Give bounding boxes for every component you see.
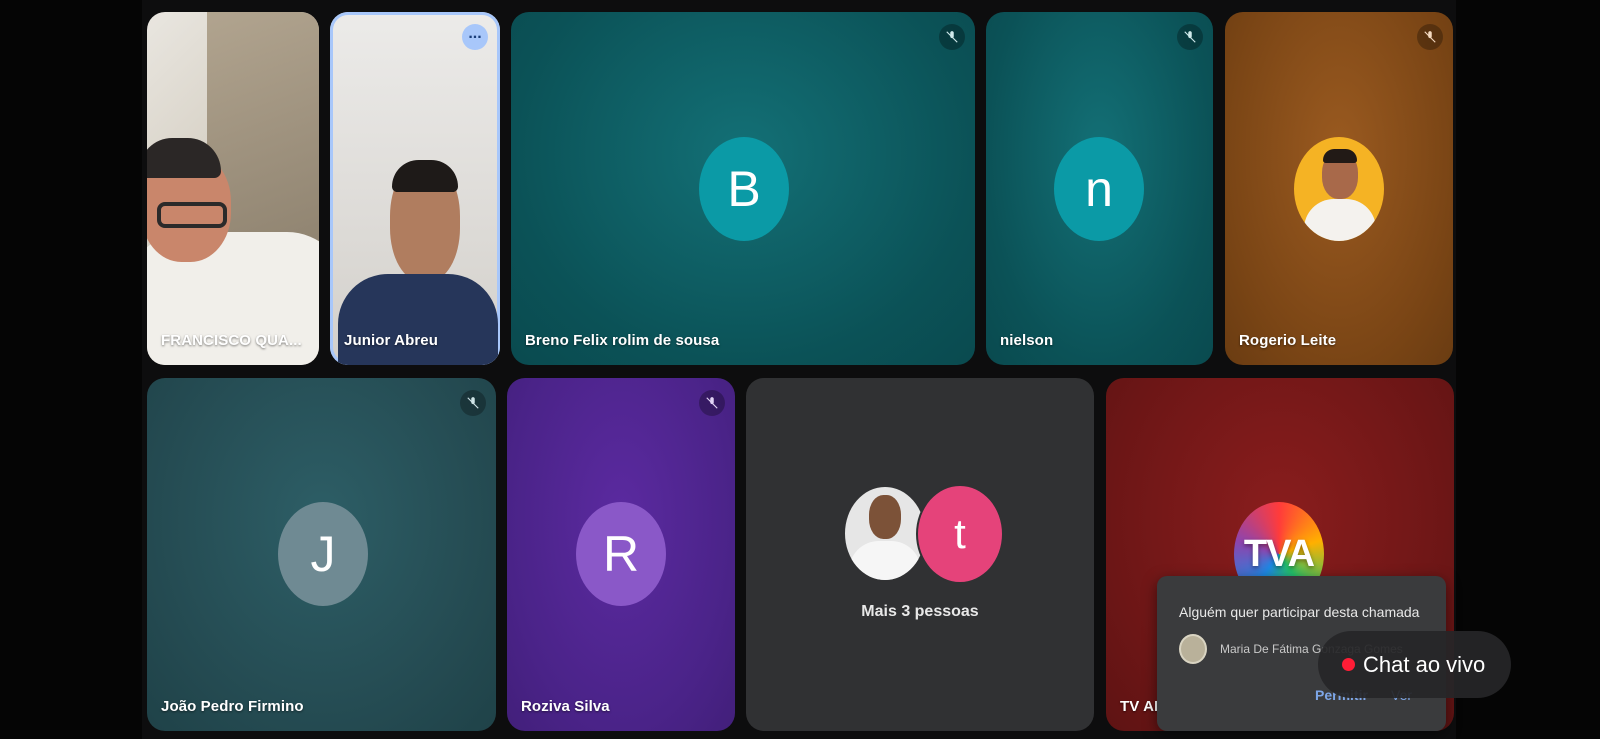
participant-tile-roziva[interactable]: R Roziva Silva <box>507 378 735 731</box>
participant-tile-breno[interactable]: B Breno Felix rolim de sousa <box>511 12 975 365</box>
participant-name: nielson <box>1000 332 1054 349</box>
participant-avatar: R <box>576 502 666 606</box>
mic-off-icon <box>939 24 965 50</box>
mic-off-icon <box>699 390 725 416</box>
participant-name: Roziva Silva <box>521 698 610 715</box>
mic-off-icon <box>1177 24 1203 50</box>
participant-name: Breno Felix rolim de sousa <box>525 332 720 349</box>
participant-avatar <box>1294 137 1384 241</box>
live-chat-button[interactable]: Chat ao vivo <box>1318 631 1511 698</box>
participant-name: João Pedro Firmino <box>161 698 304 715</box>
participant-tile-rogerio[interactable]: Rogerio Leite <box>1225 12 1453 365</box>
live-dot-icon <box>1342 658 1355 671</box>
participant-name: Junior Abreu <box>344 332 438 349</box>
participant-video <box>330 12 500 365</box>
mic-off-icon <box>460 390 486 416</box>
participant-avatar <box>843 485 927 582</box>
participant-video <box>147 12 319 365</box>
participant-tile-joao[interactable]: J João Pedro Firmino <box>147 378 496 731</box>
requester-avatar <box>1179 634 1207 664</box>
more-horiz-icon: ... <box>468 25 482 42</box>
more-options-button[interactable]: ... <box>462 24 488 50</box>
participant-tile-francisco[interactable]: FRANCISCO QUA... <box>147 12 319 365</box>
mic-off-icon <box>1417 24 1443 50</box>
live-chat-label: Chat ao vivo <box>1363 651 1486 677</box>
participant-avatar: t <box>916 484 1004 584</box>
participant-tile-nielson[interactable]: n nielson <box>986 12 1213 365</box>
participant-avatar: J <box>278 502 368 606</box>
participant-name: FRANCISCO QUA... <box>161 332 302 349</box>
participant-avatar: n <box>1054 137 1144 241</box>
participant-avatar: B <box>699 137 789 241</box>
more-participants-label: Mais 3 pessoas <box>861 603 979 620</box>
participant-name: Rogerio Leite <box>1239 332 1337 349</box>
more-participants-tile[interactable]: t Mais 3 pessoas <box>746 378 1094 731</box>
join-request-title: Alguém quer participar desta chamada <box>1179 604 1420 620</box>
participant-tile-junior[interactable]: ... Junior Abreu <box>330 12 500 365</box>
